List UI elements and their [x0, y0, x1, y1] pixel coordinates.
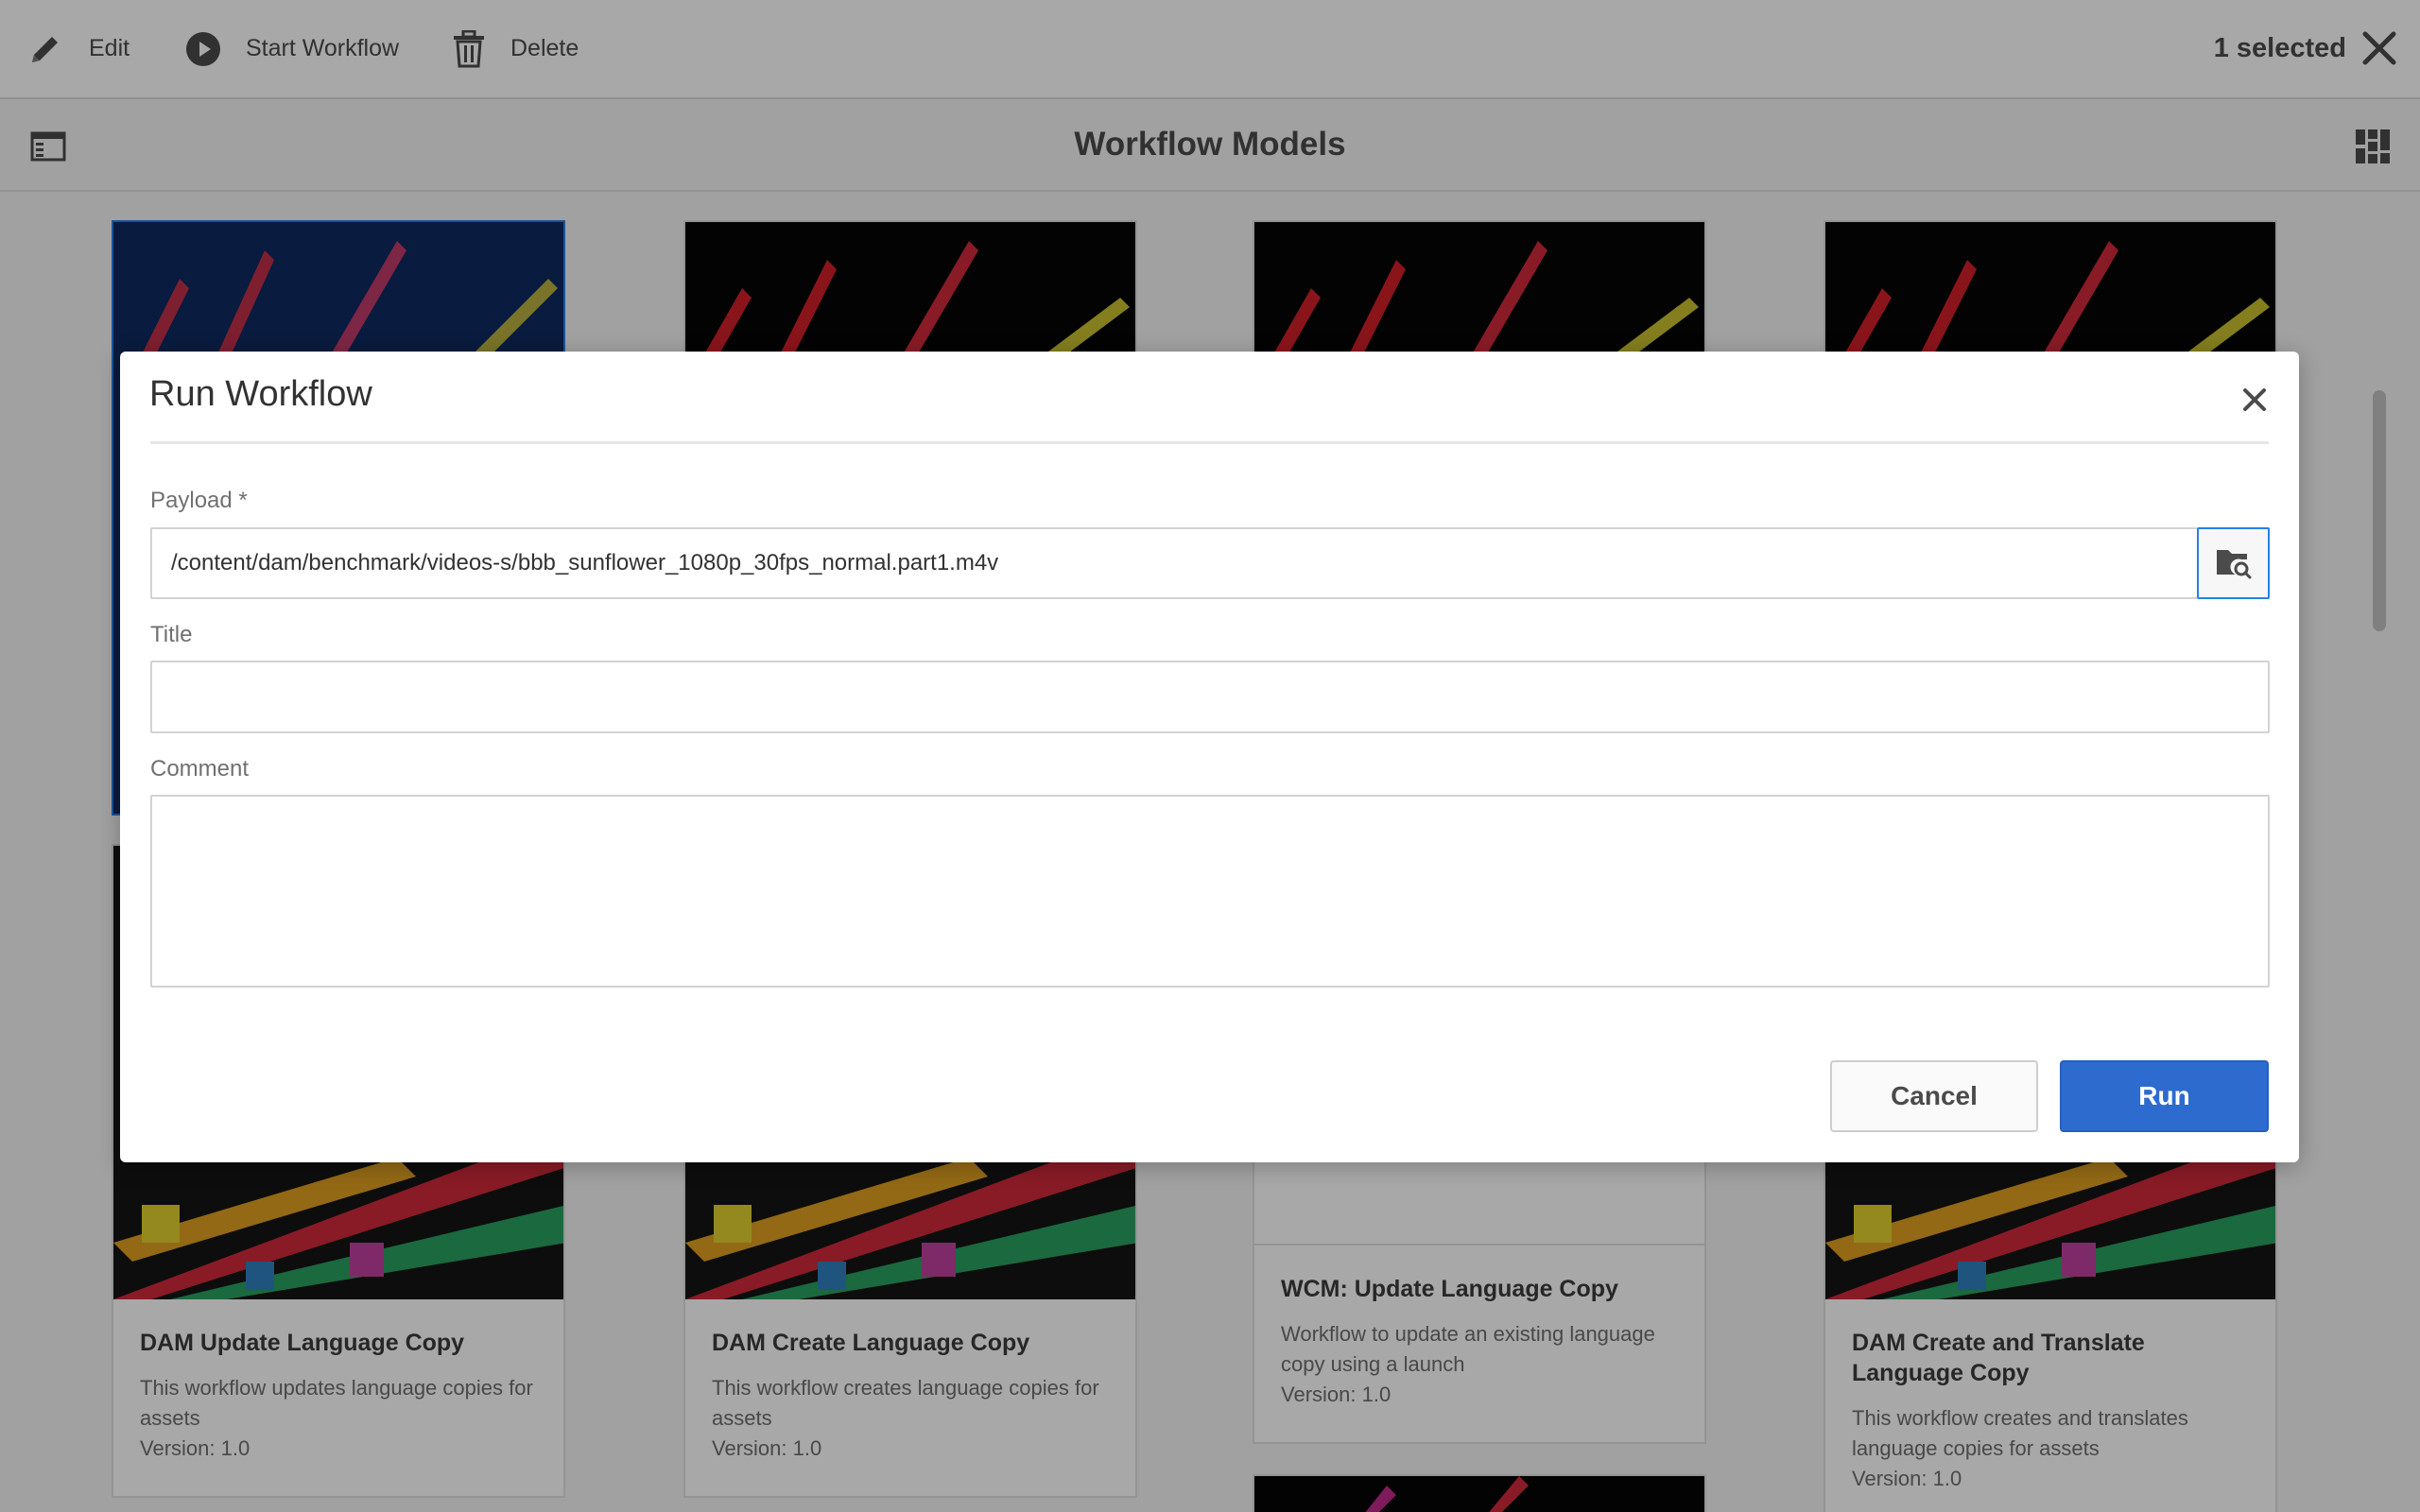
- cancel-button[interactable]: Cancel: [1830, 1060, 2038, 1132]
- payload-input[interactable]: [150, 527, 2198, 599]
- folder-search-icon: [2216, 550, 2251, 579]
- dialog-divider: [150, 441, 2269, 444]
- title-label: Title: [150, 622, 193, 647]
- comment-textarea[interactable]: [150, 795, 2270, 988]
- dialog-title: Run Workflow: [149, 374, 372, 414]
- browse-payload-button[interactable]: [2197, 527, 2270, 599]
- run-button[interactable]: Run: [2060, 1060, 2269, 1132]
- title-input[interactable]: [150, 661, 2270, 733]
- run-workflow-dialog: Run Workflow Payload * Title Comment Can…: [120, 352, 2299, 1162]
- close-icon[interactable]: [2240, 386, 2269, 414]
- comment-label: Comment: [150, 756, 250, 782]
- payload-label: Payload *: [150, 488, 248, 513]
